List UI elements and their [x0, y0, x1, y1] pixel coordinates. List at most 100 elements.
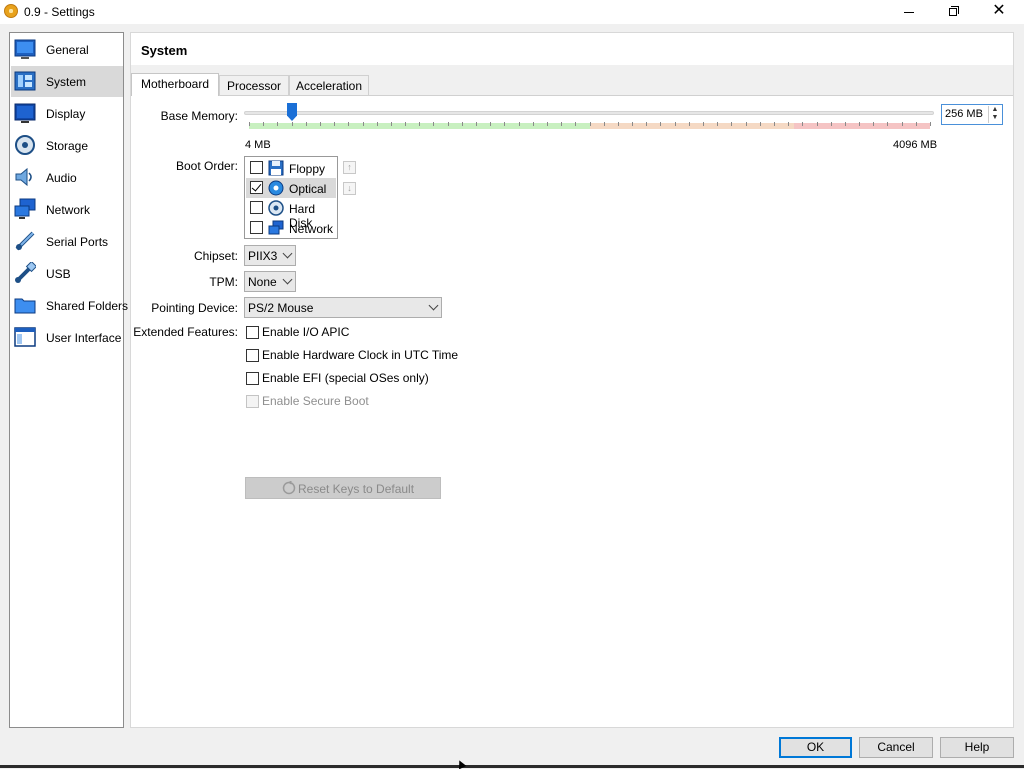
- tab-label: Processor: [226, 79, 282, 93]
- boot-optical-checkbox[interactable]: [250, 181, 263, 194]
- base-memory-slider-thumb[interactable]: [287, 103, 297, 121]
- sidebar-item-label: Display: [46, 107, 86, 121]
- tab-motherboard[interactable]: Motherboard: [131, 73, 219, 96]
- minimize-icon: [904, 11, 914, 13]
- tab-acceleration[interactable]: Acceleration: [289, 75, 369, 95]
- sidebar-item-display[interactable]: Display: [11, 98, 123, 129]
- secure-boot-checkbox: [246, 395, 259, 408]
- minimize-button[interactable]: [886, 0, 932, 24]
- move-down-button[interactable]: ↓: [343, 182, 356, 195]
- sidebar-item-shared-folders[interactable]: Shared Folders: [11, 290, 128, 321]
- close-button[interactable]: ✕: [976, 0, 1022, 24]
- boot-item-network[interactable]: Network: [246, 218, 336, 238]
- chipset-select[interactable]: PIIX3: [244, 245, 296, 266]
- sidebar-item-label: Network: [46, 203, 91, 217]
- boot-item-floppy[interactable]: Floppy: [246, 158, 336, 178]
- sidebar-item-label: Shared Folders: [46, 299, 129, 313]
- scale-tick: [419, 122, 420, 126]
- tpm-value: None: [248, 275, 277, 289]
- boot-order-label: Boot Order:: [175, 159, 238, 173]
- scale-tick: [802, 122, 803, 126]
- chipset-value: PIIX3: [248, 249, 278, 263]
- sidebar-item-general[interactable]: General: [11, 34, 123, 65]
- display-icon: [14, 103, 36, 123]
- scale-tick: [774, 122, 775, 126]
- tpm-select[interactable]: None: [244, 271, 296, 292]
- scale-tick: [902, 122, 903, 126]
- scale-tick: [519, 122, 520, 126]
- cancel-label: Cancel: [877, 740, 915, 754]
- reset-keys-label: Reset Keys to Default: [298, 482, 415, 496]
- page-title: System: [141, 43, 188, 58]
- boot-order-list: Floppy Optical Hard Disk Network: [244, 156, 338, 239]
- scale-tick: [405, 122, 406, 126]
- pointing-device-label: Pointing Device:: [151, 301, 238, 315]
- sidebar-item-system[interactable]: System: [11, 66, 123, 97]
- sidebar-item-storage[interactable]: Storage: [11, 130, 123, 161]
- sidebar-item-label: USB: [46, 267, 71, 281]
- spin-down-icon[interactable]: ▼: [989, 114, 1001, 122]
- sidebar-item-usb[interactable]: USB: [11, 258, 123, 289]
- scale-tick: [859, 122, 860, 126]
- scale-tick: [590, 122, 591, 126]
- motherboard-panel: Base Memory: 4 MB 4096 MB 256 MB ▲ ▼ Boo…: [131, 95, 1013, 727]
- ioapic-checkbox[interactable]: [246, 326, 259, 339]
- efi-label: Enable EFI (special OSes only): [262, 371, 429, 385]
- sidebar-item-audio[interactable]: Audio: [11, 162, 123, 193]
- scale-tick: [292, 122, 293, 126]
- scale-tick: [788, 122, 789, 126]
- efi-checkbox[interactable]: [246, 372, 259, 385]
- sidebar-item-user-interface[interactable]: User Interface: [11, 322, 123, 353]
- scale-tick: [717, 122, 718, 126]
- scale-tick: [887, 122, 888, 126]
- scale-tick: [263, 122, 264, 126]
- boot-item-optical[interactable]: Optical: [246, 178, 336, 198]
- cancel-button[interactable]: Cancel: [859, 737, 933, 758]
- scale-tick: [490, 122, 491, 126]
- boot-network-checkbox[interactable]: [250, 221, 263, 234]
- sidebar-item-serial-ports[interactable]: Serial Ports: [11, 226, 123, 257]
- scale-tick: [746, 122, 747, 126]
- scale-tick: [334, 122, 335, 126]
- move-up-button[interactable]: ↑: [343, 161, 356, 174]
- chipset-label: Chipset:: [193, 249, 238, 263]
- tab-processor[interactable]: Processor: [219, 75, 289, 95]
- network-icon: [14, 198, 36, 219]
- serial-ports-icon: [15, 231, 35, 251]
- scale-tick: [632, 122, 633, 126]
- chevron-down-icon: [428, 300, 439, 311]
- boot-item-hard-disk[interactable]: Hard Disk: [246, 198, 336, 230]
- general-icon: [14, 39, 36, 59]
- spin-up-icon[interactable]: ▲: [989, 106, 1001, 114]
- base-memory-label: Base Memory:: [160, 109, 238, 123]
- utc-clock-checkbox[interactable]: [246, 349, 259, 362]
- boot-item-label: Floppy: [289, 162, 326, 176]
- boot-hard-disk-checkbox[interactable]: [250, 201, 263, 214]
- sidebar-item-network[interactable]: Network: [11, 194, 123, 225]
- scale-tick: [831, 122, 832, 126]
- base-memory-spinbox[interactable]: 256 MB ▲ ▼: [941, 104, 1003, 125]
- scale-tick: [391, 122, 392, 126]
- arrow-up-icon: ↑: [347, 162, 352, 172]
- scale-tick: [320, 122, 321, 126]
- spin-buttons: ▲ ▼: [988, 106, 1001, 123]
- restore-button[interactable]: [930, 0, 976, 24]
- scale-tick: [703, 122, 704, 126]
- boot-item-label: Optical: [289, 182, 327, 196]
- sidebar-item-label: General: [46, 43, 89, 57]
- base-memory-slider-track[interactable]: [244, 111, 934, 115]
- memory-scale-warn-zone: [590, 123, 794, 129]
- sidebar-item-label: User Interface: [46, 331, 122, 345]
- scale-tick: [306, 122, 307, 126]
- scale-tick: [504, 122, 505, 126]
- optical-disc-icon: [268, 180, 284, 196]
- shared-folders-icon: [14, 298, 36, 314]
- pointing-device-select[interactable]: PS/2 Mouse: [244, 297, 442, 318]
- scale-tick: [604, 122, 605, 126]
- help-button[interactable]: Help: [940, 737, 1014, 758]
- scale-tick: [547, 122, 548, 126]
- boot-floppy-checkbox[interactable]: [250, 161, 263, 174]
- chevron-down-icon: [282, 248, 293, 259]
- hard-disk-icon: [268, 200, 284, 216]
- ok-button[interactable]: OK: [779, 737, 852, 758]
